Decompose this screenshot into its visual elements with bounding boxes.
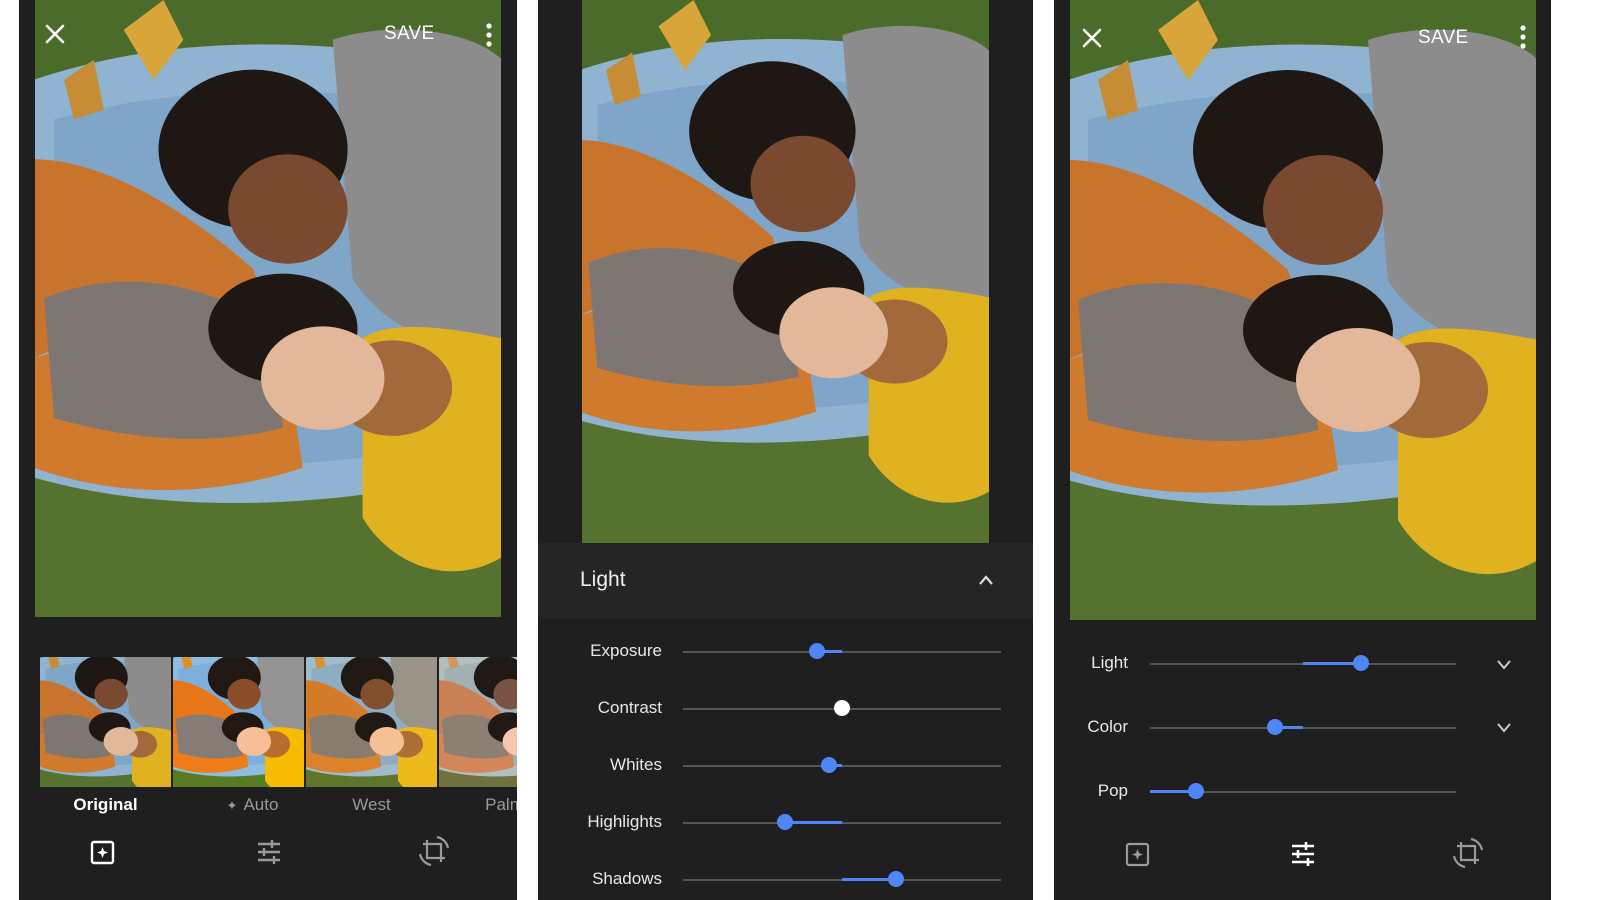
filter-auto[interactable]: ✦ Auto	[173, 657, 304, 814]
slider-label: Exposure	[590, 641, 662, 660]
slider-knob[interactable]	[1353, 655, 1370, 671]
sparkle-icon: ✦	[226, 798, 238, 813]
crop-rotate-icon[interactable]	[1451, 836, 1485, 870]
slider-knob[interactable]	[834, 700, 850, 716]
photo-preview	[1070, 0, 1536, 620]
save-button[interactable]: SAVE	[384, 23, 434, 45]
slider-knob[interactable]	[1187, 783, 1204, 799]
filter-thumbnail[interactable]	[173, 657, 304, 787]
section-title: Light	[580, 568, 626, 591]
slider-knob[interactable]	[888, 871, 905, 887]
suggestions-icon[interactable]	[89, 838, 117, 866]
editor-filters-screen: SAVE Original ✦ Auto West Palm	[19, 0, 517, 900]
crop-rotate-icon[interactable]	[417, 834, 451, 868]
slider-label: Shadows	[592, 869, 662, 888]
slider-label: Contrast	[597, 698, 662, 717]
filter-label: West	[352, 795, 391, 814]
photo-preview	[582, 0, 989, 543]
slider-track[interactable]	[683, 651, 1001, 653]
slider-light: Light	[1054, 643, 1551, 683]
adjust-icon[interactable]	[255, 838, 283, 866]
slider-label: Whites	[610, 755, 662, 774]
more-options-icon[interactable]	[483, 22, 495, 48]
chevron-down-icon[interactable]	[1496, 657, 1512, 670]
slider-contrast: Contrast	[538, 688, 1033, 728]
slider-label: Color	[1087, 717, 1128, 736]
filter-label-wrap: ✦ Auto	[187, 795, 318, 815]
filter-label: Palm	[485, 795, 517, 814]
filter-original[interactable]: Original	[40, 657, 171, 814]
slider-shadows: Shadows	[538, 859, 1033, 899]
slider-label: Light	[1091, 653, 1128, 672]
slider-label: Highlights	[587, 812, 662, 831]
slider-label: Pop	[1097, 781, 1128, 800]
slider-knob[interactable]	[808, 643, 825, 659]
filter-thumbnail[interactable]	[40, 657, 171, 787]
slider-knob[interactable]	[821, 757, 838, 773]
save-button[interactable]: SAVE	[1418, 27, 1468, 49]
slider-knob[interactable]	[776, 814, 793, 830]
suggestions-icon[interactable]	[1124, 840, 1152, 868]
photo-preview	[35, 0, 501, 617]
slider-track[interactable]	[1150, 727, 1456, 729]
filter-palm[interactable]: Palm	[439, 657, 517, 814]
filter-thumbnail[interactable]	[306, 657, 437, 787]
filter-label: Original	[73, 795, 138, 814]
slider-knob[interactable]	[1267, 719, 1284, 735]
more-options-icon[interactable]	[1517, 24, 1529, 50]
adjust-icon[interactable]	[1289, 840, 1317, 868]
slider-color: Color	[1054, 707, 1551, 747]
close-icon[interactable]	[43, 22, 67, 46]
close-icon[interactable]	[1080, 26, 1104, 50]
editor-adjust-screen: SAVE Light Color Pop	[1054, 0, 1551, 900]
filter-thumbnail[interactable]	[439, 657, 517, 787]
slider-highlights: Highlights	[538, 802, 1033, 842]
slider-track[interactable]	[683, 765, 1001, 767]
slider-fill	[784, 821, 842, 824]
slider-exposure: Exposure	[538, 631, 1033, 671]
slider-track[interactable]	[683, 822, 1001, 824]
light-section-header[interactable]: Light	[538, 543, 1033, 619]
slider-pop: Pop	[1054, 771, 1551, 811]
editor-light-screen: Light Exposure Contrast Whites Highlights Sh…	[538, 0, 1033, 900]
filter-west[interactable]: West	[306, 657, 437, 814]
filter-label: Auto	[243, 795, 279, 814]
chevron-down-icon[interactable]	[1496, 720, 1512, 733]
chevron-up-icon[interactable]	[978, 573, 994, 585]
slider-whites: Whites	[538, 745, 1033, 785]
